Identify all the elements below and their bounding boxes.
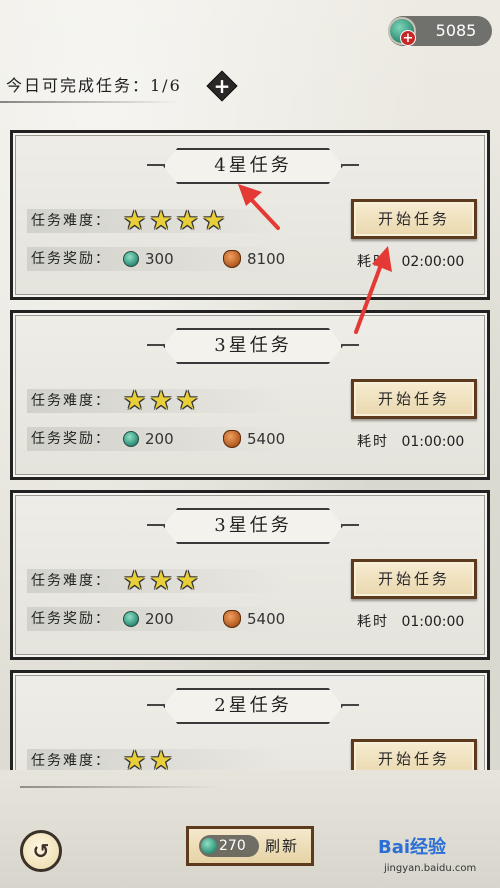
jade-reward: 300: [145, 250, 174, 268]
difficulty-stars: ★ ★ ★ ★: [123, 206, 225, 236]
copper-icon: [223, 430, 241, 448]
duration-label: 耗时: [357, 614, 389, 630]
task-title-plate: 3星任务: [147, 328, 359, 364]
copper-icon: [223, 610, 241, 628]
task-card: 4星任务 任务难度： ★ ★ ★ ★ 任务奖励： 300 8100 开始任务 耗时 0…: [10, 130, 490, 300]
refresh-cost: 270: [219, 838, 246, 854]
star-icon: ★: [149, 566, 173, 596]
currency-display[interactable]: + 5085: [388, 16, 492, 46]
duration-value: 01:00:00: [401, 614, 465, 630]
jade-icon: [123, 611, 139, 627]
back-arrow-icon[interactable]: ↺: [20, 830, 62, 872]
start-task-button[interactable]: 开始任务: [351, 199, 477, 239]
reward-label: 任务奖励：: [31, 431, 111, 447]
difficulty-row: 任务难度： ★ ★: [27, 746, 287, 770]
add-task-button[interactable]: +: [206, 70, 238, 102]
currency-value: 5085: [435, 21, 477, 40]
duration-value: 01:00:00: [401, 434, 465, 450]
duration-label: 耗时: [357, 254, 389, 270]
jade-icon: [123, 431, 139, 447]
duration: 耗时 02:00:00: [357, 251, 464, 273]
duration: 耗时 01:00:00: [357, 431, 464, 453]
difficulty-stars: ★ ★ ★: [123, 566, 199, 596]
divider: [0, 101, 180, 103]
star-icon: ★: [149, 206, 173, 236]
difficulty-label: 任务难度：: [31, 753, 111, 769]
star-icon: ★: [175, 206, 199, 236]
refresh-label: 刷新: [265, 837, 300, 855]
copper-reward: 8100: [247, 250, 286, 268]
difficulty-label: 任务难度：: [31, 393, 111, 409]
star-icon: ★: [123, 386, 147, 416]
jade-icon: [201, 838, 217, 854]
difficulty-row: 任务难度： ★ ★ ★: [27, 566, 287, 596]
watermark-url: jingyan.baidu.com: [384, 863, 477, 874]
task-card: 3星任务 任务难度： ★ ★ ★ 任务奖励： 200 5400 开始任务 耗时 01…: [10, 310, 490, 480]
reward-row: 任务奖励： 300 8100: [27, 247, 287, 271]
add-currency-icon[interactable]: +: [400, 30, 416, 46]
star-icon: ★: [175, 386, 199, 416]
watermark: Bai经验 jingyan.baidu.com: [378, 836, 498, 884]
star-icon: ★: [123, 206, 147, 236]
difficulty-label: 任务难度：: [31, 213, 111, 229]
start-task-button[interactable]: 开始任务: [351, 379, 477, 419]
reward-row: 任务奖励： 200 5400: [27, 427, 287, 451]
refresh-button[interactable]: 270 刷新: [186, 826, 314, 866]
task-title-plate: 2星任务: [147, 688, 359, 724]
jade-reward: 200: [145, 610, 174, 628]
duration: 耗时 01:00:00: [357, 611, 464, 633]
task-card: 2星任务 任务难度： ★ ★ 开始任务: [10, 670, 490, 770]
task-card: 3星任务 任务难度： ★ ★ ★ 任务奖励： 200 5400 开始任务 耗时 01…: [10, 490, 490, 660]
jade-icon: [123, 251, 139, 267]
copper-reward: 5400: [247, 430, 286, 448]
difficulty-label: 任务难度：: [31, 573, 111, 589]
divider: [20, 786, 220, 788]
star-icon: ★: [123, 566, 147, 596]
task-title: 4星任务: [214, 155, 292, 176]
task-title: 3星任务: [214, 515, 292, 536]
task-title-plate: 4星任务: [147, 148, 359, 184]
reward-label: 任务奖励：: [31, 611, 111, 627]
duration-label: 耗时: [357, 434, 389, 450]
watermark-brand: Bai经验: [378, 837, 447, 858]
star-icon: ★: [123, 746, 147, 770]
difficulty-stars: ★ ★ ★: [123, 386, 199, 416]
reward-label: 任务奖励：: [31, 251, 111, 267]
start-task-button[interactable]: 开始任务: [351, 739, 477, 770]
star-icon: ★: [149, 386, 173, 416]
plus-icon: +: [213, 74, 231, 98]
difficulty-row: 任务难度： ★ ★ ★ ★: [27, 206, 287, 236]
duration-value: 02:00:00: [401, 254, 465, 270]
task-list[interactable]: 4星任务 任务难度： ★ ★ ★ ★ 任务奖励： 300 8100 开始任务 耗时 0…: [0, 128, 500, 770]
start-task-button[interactable]: 开始任务: [351, 559, 477, 599]
jade-reward: 200: [145, 430, 174, 448]
star-icon: ★: [201, 206, 226, 236]
difficulty-stars: ★ ★: [123, 746, 173, 770]
daily-task-count: 今日可完成任务：1/6: [6, 76, 182, 95]
difficulty-row: 任务难度： ★ ★ ★: [27, 386, 287, 416]
star-icon: ★: [149, 746, 173, 770]
task-title-plate: 3星任务: [147, 508, 359, 544]
copper-reward: 5400: [247, 610, 286, 628]
task-title: 3星任务: [214, 335, 292, 356]
reward-row: 任务奖励： 200 5400: [27, 607, 287, 631]
copper-icon: [223, 250, 241, 268]
task-title: 2星任务: [214, 695, 292, 716]
star-icon: ★: [175, 566, 199, 596]
